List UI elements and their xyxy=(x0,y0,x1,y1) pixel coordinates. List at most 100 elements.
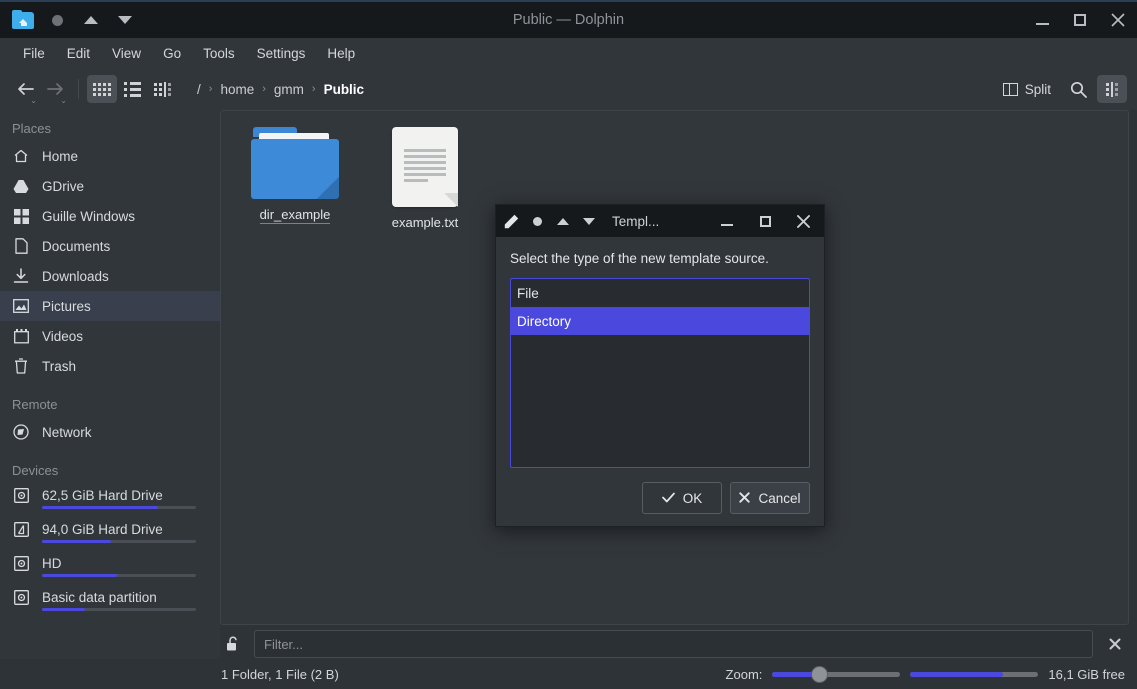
breadcrumb-separator: › xyxy=(311,83,316,95)
sidebar-item-guille-windows[interactable]: Guille Windows xyxy=(0,201,220,231)
video-icon xyxy=(12,327,30,345)
zoom-slider-handle[interactable] xyxy=(810,665,828,683)
back-button[interactable]: ⌄ xyxy=(10,75,40,105)
close-icon xyxy=(739,491,751,506)
capacity-bar xyxy=(42,574,196,577)
dolphin-window: Public — Dolphin File Edit View Go Tools… xyxy=(0,0,1137,689)
record-dot-icon[interactable] xyxy=(40,5,74,35)
menu-settings[interactable]: Settings xyxy=(246,42,317,65)
forward-button[interactable]: ⌄ xyxy=(40,75,70,105)
menu-go[interactable]: Go xyxy=(152,42,192,65)
window-controls xyxy=(1023,1,1137,39)
check-icon xyxy=(661,491,675,506)
document-icon xyxy=(12,237,30,255)
menu-tools[interactable]: Tools xyxy=(192,42,246,65)
sidebar-item-hd[interactable]: HD xyxy=(0,551,220,585)
sidebar-item-gdrive[interactable]: GDrive xyxy=(0,171,220,201)
zoom-slider[interactable] xyxy=(772,665,901,683)
sidebar-label: Home xyxy=(42,148,79,164)
sidebar-label: Videos xyxy=(42,328,84,344)
triangle-down-icon[interactable] xyxy=(576,208,602,234)
sidebar-item-hard-drive-94[interactable]: 94,0 GiB Hard Drive xyxy=(0,517,220,551)
dialog-maximize-button[interactable] xyxy=(746,205,784,237)
toolbar-right: Split xyxy=(995,75,1127,103)
record-dot-icon[interactable] xyxy=(524,208,550,234)
menu-bar: File Edit View Go Tools Settings Help xyxy=(0,38,1137,68)
menu-help[interactable]: Help xyxy=(316,42,366,65)
file-name: dir_example xyxy=(259,207,331,224)
sidebar-label: Guille Windows xyxy=(42,208,136,224)
section-title-places: Places xyxy=(12,121,52,136)
triangle-up-icon[interactable] xyxy=(74,5,108,35)
home-icon xyxy=(12,147,30,165)
capacity-bar xyxy=(42,506,196,509)
close-button[interactable] xyxy=(1099,1,1137,39)
breadcrumb-public[interactable]: Public xyxy=(318,78,371,101)
triangle-down-icon[interactable] xyxy=(108,5,142,35)
sidebar-label: Documents xyxy=(42,238,111,254)
dialog-title: Templ... xyxy=(612,213,660,229)
sidebar-item-home[interactable]: Home xyxy=(0,141,220,171)
sidebar-item-downloads[interactable]: Downloads xyxy=(0,261,220,291)
sidebar-item-trash[interactable]: Trash xyxy=(0,351,220,381)
triangle-up-icon[interactable] xyxy=(550,208,576,234)
free-space-label: 16,1 GiB free xyxy=(1048,666,1125,682)
picture-icon xyxy=(12,297,30,315)
sidebar-label: Basic data partition xyxy=(42,589,157,605)
file-item-text[interactable]: example.txt xyxy=(371,127,479,230)
control-menu-button[interactable] xyxy=(1097,75,1127,103)
zoom-label: Zoom: xyxy=(725,666,763,682)
back-dropdown-caret[interactable]: ⌄ xyxy=(30,96,37,105)
menu-edit[interactable]: Edit xyxy=(56,42,101,65)
maximize-button[interactable] xyxy=(1061,1,1099,39)
ok-button[interactable]: OK xyxy=(642,482,722,514)
sidebar-item-basic-data-partition[interactable]: Basic data partition xyxy=(0,585,220,619)
split-button[interactable]: Split xyxy=(995,77,1059,102)
forward-dropdown-caret[interactable]: ⌄ xyxy=(60,96,67,105)
sidebar-item-videos[interactable]: Videos xyxy=(0,321,220,351)
status-summary: 1 Folder, 1 File (2 B) xyxy=(221,666,339,682)
sidebar-label: Network xyxy=(42,424,92,440)
menu-file[interactable]: File xyxy=(12,42,56,65)
breadcrumb-root[interactable]: / xyxy=(191,78,207,101)
search-button[interactable] xyxy=(1063,75,1093,103)
cancel-button[interactable]: Cancel xyxy=(730,482,810,514)
list-item-directory[interactable]: Directory xyxy=(511,307,809,335)
filter-input[interactable]: Filter... xyxy=(254,630,1093,658)
file-item-folder[interactable]: dir_example xyxy=(241,127,349,230)
details-view-button[interactable] xyxy=(147,75,177,103)
menu-view[interactable]: View xyxy=(101,42,152,65)
folder-home-icon[interactable] xyxy=(6,5,40,35)
window-title: Public — Dolphin xyxy=(512,12,625,28)
sidebar-label: 94,0 GiB Hard Drive xyxy=(42,521,163,537)
sidebar-item-documents[interactable]: Documents xyxy=(0,231,220,261)
dialog-close-button[interactable] xyxy=(784,205,822,237)
list-item-file[interactable]: File xyxy=(511,279,809,307)
compact-view-button[interactable] xyxy=(117,75,147,103)
icons-view-button[interactable] xyxy=(87,75,117,103)
dialog-minimize-button[interactable] xyxy=(708,205,746,237)
section-title-remote: Remote xyxy=(12,397,58,412)
sidebar-item-pictures[interactable]: Pictures xyxy=(0,291,220,321)
section-title-devices: Devices xyxy=(12,463,59,478)
sidebar-label: 62,5 GiB Hard Drive xyxy=(42,487,163,503)
sidebar-item-network[interactable]: Network xyxy=(0,417,220,447)
minimize-button[interactable] xyxy=(1023,1,1061,39)
sidebar-label: GDrive xyxy=(42,178,85,194)
pencil-icon[interactable] xyxy=(498,208,524,234)
status-right: Zoom: 16,1 GiB free xyxy=(725,665,1137,683)
breadcrumb-gmm[interactable]: gmm xyxy=(268,78,310,101)
windows-icon xyxy=(12,207,30,225)
disk-icon xyxy=(12,588,30,606)
unlock-icon[interactable] xyxy=(220,636,246,652)
hamburger-icon xyxy=(1106,81,1118,97)
sidebar-item-hard-drive-62[interactable]: 62,5 GiB Hard Drive xyxy=(0,483,220,517)
template-type-list[interactable]: File Directory xyxy=(510,278,810,468)
close-icon[interactable] xyxy=(1101,638,1129,650)
disk-windows-icon xyxy=(12,520,30,538)
capacity-bar xyxy=(42,608,196,611)
dialog-body: Select the type of the new template sour… xyxy=(496,237,824,526)
status-bar: 1 Folder, 1 File (2 B) Zoom: 16,1 GiB fr… xyxy=(0,659,1137,689)
titlebar-left-icons xyxy=(0,5,142,35)
breadcrumb-home[interactable]: home xyxy=(214,78,260,101)
